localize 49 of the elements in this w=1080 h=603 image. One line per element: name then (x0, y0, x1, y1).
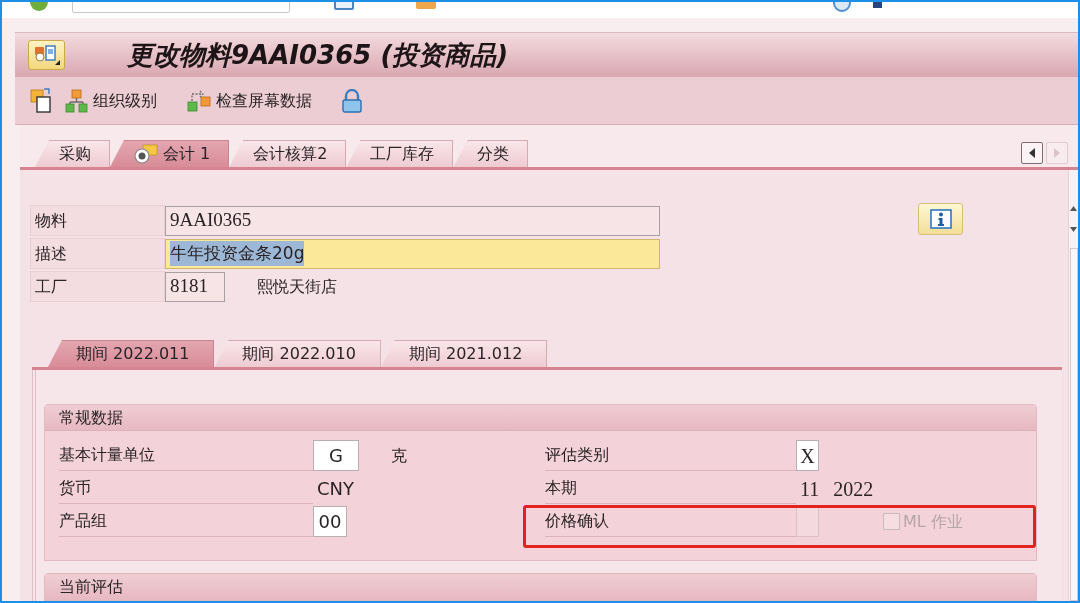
command-field[interactable] (72, 2, 290, 13)
toolbar-button[interactable]: 组织级别 (65, 88, 157, 113)
new-document-button[interactable] (30, 88, 52, 113)
lock-icon (342, 88, 362, 113)
lock-button[interactable] (342, 88, 362, 113)
input-field[interactable]: 00 (313, 506, 347, 537)
menu-button[interactable] (28, 40, 65, 70)
tab[interactable]: 会计核算2 (229, 140, 347, 167)
text-field[interactable]: 牛年投资金条20g (165, 238, 660, 269)
triangle-left-icon (1028, 148, 1036, 158)
info-icon (929, 209, 952, 229)
arrow-down-icon[interactable] (1070, 227, 1077, 232)
window-title: 更改物料9AAI0365 (投资商品) (127, 38, 509, 72)
field-label: 物料 (30, 205, 165, 236)
field-label: 本期 (545, 473, 796, 504)
tab[interactable]: 分类 (453, 140, 529, 167)
info-button[interactable] (918, 203, 963, 235)
field-value: 11 (800, 476, 820, 502)
toolbar-button[interactable]: 检查屏幕数据 (187, 88, 312, 113)
text-field[interactable]: 8181 (165, 271, 225, 302)
field-text: 熙悦天街店 (257, 275, 337, 298)
checkbox-label: ML 作业 (903, 510, 963, 533)
field-label: 描述 (30, 238, 165, 269)
text-field[interactable]: 9AAI0365 (165, 205, 660, 236)
tab[interactable]: 会计 1 (110, 140, 230, 167)
field-value: 2022 (833, 476, 874, 502)
eye-icon (134, 144, 158, 164)
hierarchy-icon (65, 88, 88, 113)
input-field[interactable]: X (796, 440, 819, 471)
triangle-right-icon (1053, 148, 1061, 158)
field-text: 克 (391, 444, 407, 467)
tab[interactable]: 期间 2022.010 (214, 340, 381, 367)
vertical-scrollbar[interactable] (1068, 170, 1078, 601)
tab[interactable]: 工厂库存 (346, 140, 454, 167)
app-menu-icon (32, 44, 61, 66)
blocks-arrow-icon (187, 88, 211, 113)
arrow-up-icon[interactable] (1070, 206, 1077, 211)
field-label: 工厂 (30, 271, 165, 302)
tab[interactable]: 采购 (35, 140, 110, 167)
scroll-left-button[interactable] (1021, 142, 1043, 164)
field-label: 价格确认 (545, 506, 796, 537)
section-title: 当前评估 (59, 576, 123, 598)
section-title: 常规数据 (59, 406, 123, 429)
document-icon (30, 88, 52, 113)
tab[interactable]: 期间 2022.011 (48, 340, 215, 367)
field-value: CNY (317, 477, 355, 501)
field-label: 货币 (59, 473, 313, 504)
input-field[interactable]: G (313, 440, 359, 471)
tab[interactable]: 期间 2021.012 (380, 340, 548, 367)
